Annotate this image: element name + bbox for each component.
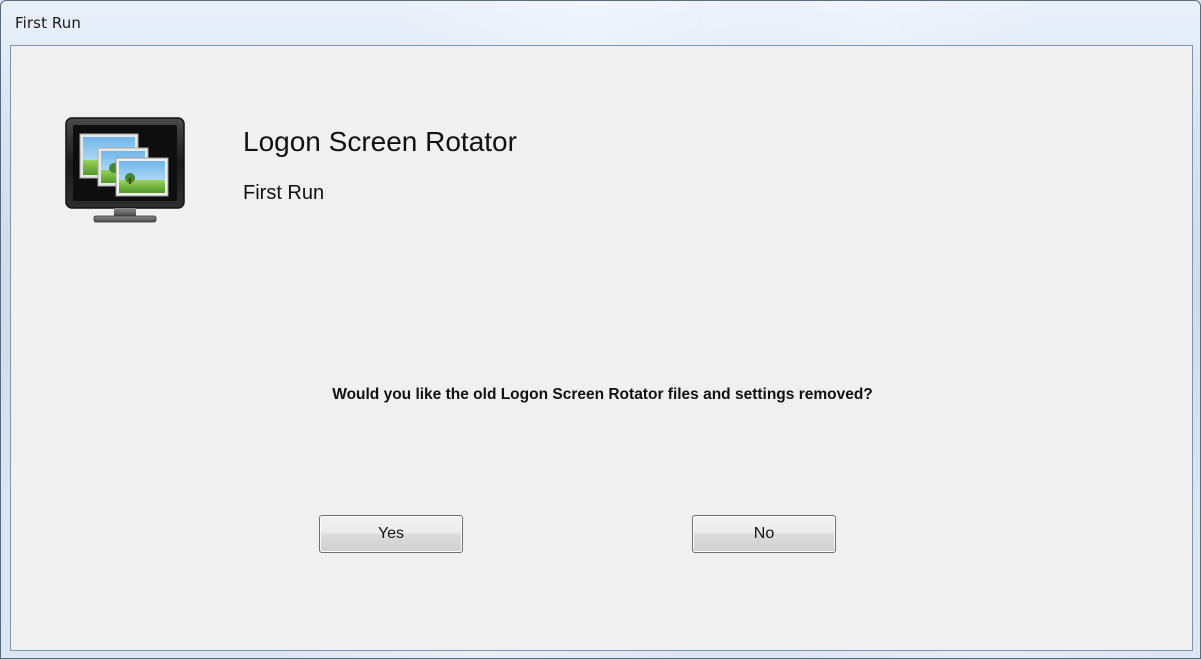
dialog-window: First Run Logon Screen Rotator First Run…: [0, 0, 1201, 659]
title-bar[interactable]: First Run: [1, 1, 1200, 45]
monitor-with-pictures-icon: [65, 117, 185, 223]
app-title: Logon Screen Rotator: [243, 126, 517, 157]
window-title: First Run: [15, 14, 81, 32]
no-button[interactable]: No: [692, 515, 836, 553]
question-text: Would you like the old Logon Screen Rota…: [332, 386, 873, 403]
app-subtitle: First Run: [243, 182, 325, 204]
yes-button[interactable]: Yes: [319, 515, 463, 553]
dialog-content: Logon Screen Rotator First Run Would you…: [10, 45, 1193, 651]
